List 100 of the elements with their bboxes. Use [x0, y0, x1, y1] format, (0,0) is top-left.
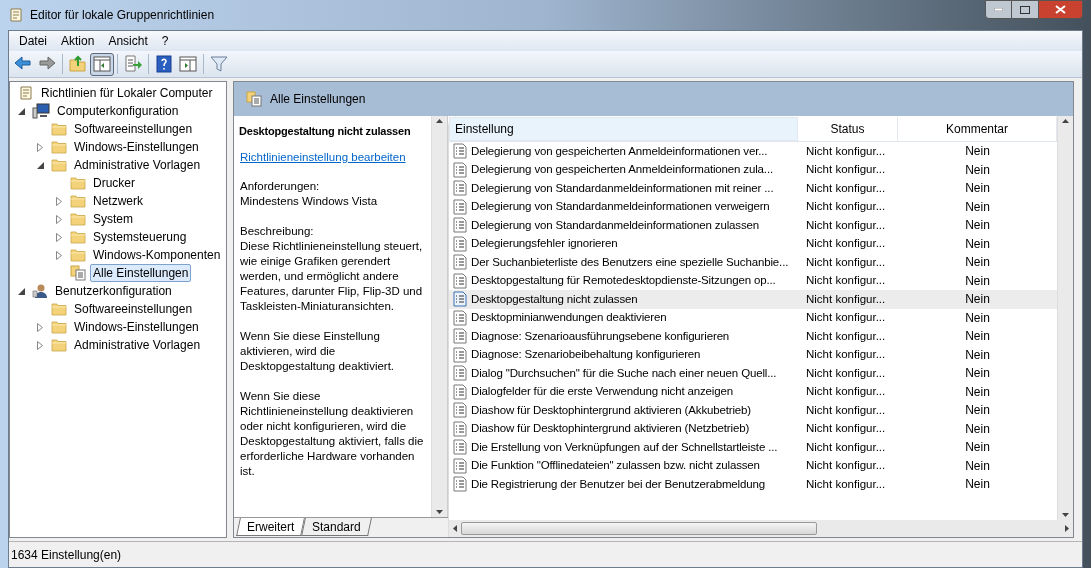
scroll-left-arrow-icon[interactable] [453, 525, 457, 532]
policy-setting-icon [453, 161, 467, 178]
expand-arrow-icon[interactable] [56, 196, 62, 206]
table-row[interactable]: Diagnose: Szenariobeibehaltung konfigurieren Nicht konfigur... Nein [449, 345, 1057, 364]
view-tab[interactable]: Erweitert [236, 518, 306, 536]
table-row[interactable]: Delegierung von gespeicherten Anmeldeinformationen zula... Nicht konfigur... Nein [449, 160, 1057, 179]
description-paragraph: Beschreibung: Diese Richtlinieneinstellung steuert, wie einige Grafiken gerendert werden, und ermöglicht andere Features, darunter Flip, Flip-3D und Taskleisten-Miniaturansichten. [240, 223, 424, 314]
edit-policy-link[interactable]: Richtlinieneinstellung bearbeiten [240, 149, 425, 165]
status-cell-text: Nicht konfigur... [805, 347, 887, 363]
table-row[interactable]: Dialog "Durchsuchen" für die Suche nach einer neuen Quell... Nicht konfigur... Nein [449, 364, 1057, 383]
scroll-down-arrow-icon[interactable] [1062, 513, 1069, 517]
status-cell-text: Nicht konfigur... [805, 476, 887, 492]
tree-item[interactable]: System [90, 210, 136, 228]
tree-item[interactable]: Softwareeinstellungen [71, 120, 196, 138]
table-row[interactable]: Delegierung von Standardanmeldeinformationen zulassen Nicht konfigur... Nein [449, 216, 1057, 235]
comment-cell-text: Nein [964, 328, 991, 346]
collapse-arrow-icon[interactable] [17, 107, 25, 115]
expand-arrow-icon[interactable] [56, 250, 62, 260]
minimize-button[interactable] [985, 0, 1012, 19]
comment-cell-text: Nein [964, 217, 991, 235]
description-scrollbar[interactable] [431, 116, 447, 517]
tree-item[interactable]: Computerkonfiguration [54, 102, 182, 120]
tree-item[interactable]: Netzwerk [90, 192, 146, 210]
setting-name: Der Suchanbieterliste des Benutzers eine spezielle Suchanbie... [471, 254, 789, 270]
table-row[interactable]: Delegierungsfehler ignorieren Nicht konfigur... Nein [449, 234, 1057, 253]
expand-arrow-icon[interactable] [56, 232, 62, 242]
description-paragraph: Wenn Sie diese Einstellung aktivieren, wird die Desktopgestaltung deaktiviert. [240, 328, 396, 374]
menu-item[interactable]: ? [155, 32, 175, 50]
tree-item[interactable]: Alle Einstellungen [90, 264, 192, 282]
table-row[interactable]: Diashow für Desktophintergrund aktivieren (Akkubetrieb) Nicht konfigur... Nein [449, 401, 1057, 420]
tree-item[interactable]: Systemsteuerung [90, 228, 190, 246]
tree-item[interactable]: Richtlinien für Lokaler Computer [38, 84, 216, 102]
horizontal-scrollbar[interactable] [449, 520, 1073, 537]
settings-list-icon [70, 265, 86, 281]
tree-item[interactable]: Benutzerkonfiguration [52, 282, 175, 300]
setting-name: Dialog "Durchsuchen" für die Suche nach einer neuen Quell... [471, 365, 777, 381]
table-row[interactable]: Die Funktion "Offlinedateien" zulassen bzw. nicht zulassen Nicht konfigur... Nein [449, 456, 1057, 475]
tree-item[interactable]: Softwareeinstellungen [71, 300, 196, 318]
tree-pane-icon[interactable] [90, 52, 114, 76]
scroll-up-arrow-icon[interactable] [1062, 119, 1069, 123]
comment-cell-text: Nein [964, 420, 991, 438]
expand-arrow-icon[interactable] [56, 214, 62, 224]
tree-item[interactable]: Drucker [90, 174, 138, 192]
collapse-arrow-icon[interactable] [17, 287, 25, 295]
column-header[interactable]: Status [798, 117, 898, 141]
tree-item[interactable]: Administrative Vorlagen [71, 156, 204, 174]
table-row[interactable]: Diashow für Desktophintergrund aktivieren (Netzbetrieb) Nicht konfigur... Nein [449, 419, 1057, 438]
close-button[interactable] [1038, 0, 1083, 19]
folder-icon [51, 338, 67, 352]
table-row[interactable]: Diagnose: Szenarioausführungsebene konfigurieren Nicht konfigur... Nein [449, 327, 1057, 346]
comment-cell-text: Nein [964, 143, 991, 161]
table-row[interactable]: Delegierung von Standardanmeldeinformationen verweigern Nicht konfigur... Nein [449, 197, 1057, 216]
menu-item[interactable]: Aktion [55, 32, 101, 50]
menu-item[interactable]: Datei [13, 32, 53, 50]
table-row[interactable]: Desktopgestaltung nicht zulassen Nicht konfigur... Nein [449, 290, 1057, 309]
maximize-button[interactable] [1012, 0, 1038, 19]
description-paragraph: Wenn Sie diese Richtlinieneinstellung deaktivieren oder nicht konfigurieren, wird die Desktopgestaltung aktiviert, falls die erforderliche Hardware vorhanden ist. [240, 388, 425, 479]
table-row[interactable]: Die Erstellung von Verknüpfungen auf der Schnellstartleiste ... Nicht konfigur... Nein [449, 438, 1057, 457]
status-cell-text: Nicht konfigur... [805, 162, 887, 178]
expand-arrow-icon[interactable] [37, 322, 43, 332]
column-header[interactable]: Einstellung [449, 117, 798, 141]
policy-setting-icon [453, 365, 467, 382]
tree-item[interactable]: Windows-Einstellungen [71, 318, 202, 336]
table-row[interactable]: Delegierung von gespeicherten Anmeldeinformationen ver... Nicht konfigur... Nein [449, 142, 1057, 161]
setting-name: Desktopgestaltung für Remotedesktopdienste-Sitzungen op... [471, 273, 776, 289]
comment-cell-text: Nein [964, 402, 991, 420]
maximize-icon [1020, 5, 1030, 14]
expand-arrow-icon[interactable] [37, 340, 43, 350]
table-row[interactable]: Desktopgestaltung für Remotedesktopdienste-Sitzungen op... Nicht konfigur... Nein [449, 271, 1057, 290]
status-cell-text: Nicht konfigur... [805, 439, 887, 455]
comment-cell-text: Nein [964, 365, 991, 383]
status-bar-text: 1634 Einstellung(en) [11, 546, 122, 564]
tree-item[interactable]: Windows-Einstellungen [71, 138, 202, 156]
setting-name: Diagnose: Szenarioausführungsebene konfigurieren [471, 328, 730, 344]
table-row[interactable]: Der Suchanbieterliste des Benutzers eine spezielle Suchanbie... Nicht konfigur... Nein [449, 253, 1057, 272]
minimize-icon [994, 8, 1003, 11]
scroll-right-arrow-icon[interactable] [1065, 525, 1069, 532]
status-cell-text: Nicht konfigur... [805, 421, 887, 437]
table-row[interactable]: Die Registrierung der Benutzer bei der Benutzerabmeldung Nicht konfigur... Nein [449, 475, 1057, 494]
description-title: Desktopgestaltung nicht zulassen [238, 124, 412, 139]
policy-setting-icon [453, 291, 467, 308]
tree-item[interactable]: Administrative Vorlagen [71, 336, 204, 354]
table-row[interactable]: Desktopminianwendungen deaktivieren Nicht konfigur... Nein [449, 308, 1057, 327]
view-tab[interactable]: Standard [301, 518, 372, 536]
tree-item[interactable]: Windows-Komponenten [90, 246, 224, 264]
menu-item[interactable]: Ansicht [102, 32, 154, 50]
table-row[interactable]: Dialogfelder für die erste Verwendung nicht anzeigen Nicht konfigur... Nein [449, 382, 1057, 401]
scroll-down-arrow-icon[interactable] [436, 510, 443, 514]
folder-icon [70, 176, 86, 190]
collapse-arrow-icon[interactable] [36, 161, 44, 169]
table-row[interactable]: Delegierung von Standardanmeldeinformationen mit reiner ... Nicht konfigur... Nein [449, 179, 1057, 198]
policy-setting-icon [453, 328, 467, 345]
status-cell-text: Nicht konfigur... [805, 365, 887, 381]
setting-name: Desktopgestaltung nicht zulassen [471, 291, 638, 307]
folder-icon [51, 302, 67, 316]
expand-arrow-icon[interactable] [37, 142, 43, 152]
setting-name: Die Erstellung von Verknüpfungen auf der Schnellstartleiste ... [471, 439, 778, 455]
table-scrollbar[interactable] [1057, 116, 1073, 520]
status-cell-text: Nicht konfigur... [805, 199, 887, 215]
scroll-up-arrow-icon[interactable] [436, 119, 443, 123]
